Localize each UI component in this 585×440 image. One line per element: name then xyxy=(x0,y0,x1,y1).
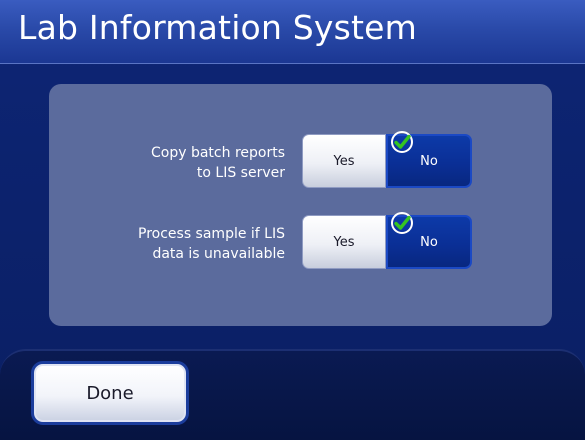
toggle-copy-batch-reports: Yes No xyxy=(302,131,472,188)
setting-row-copy-batch-reports: Copy batch reports to LIS server Yes No xyxy=(49,131,552,190)
screen-background: Lab Information System Copy batch report… xyxy=(0,0,585,440)
checkmark-icon xyxy=(391,131,413,153)
yes-option-button[interactable]: Yes xyxy=(302,215,386,269)
title-bar: Lab Information System xyxy=(0,0,585,64)
setting-label-copy-batch-reports: Copy batch reports to LIS server xyxy=(151,145,285,181)
yes-option-button[interactable]: Yes xyxy=(302,134,386,188)
setting-label-process-sample: Process sample if LIS data is unavailabl… xyxy=(138,226,285,262)
page-title: Lab Information System xyxy=(18,8,418,47)
settings-panel: Copy batch reports to LIS server Yes No … xyxy=(49,84,552,326)
done-button[interactable]: Done xyxy=(31,361,189,425)
setting-row-process-sample: Process sample if LIS data is unavailabl… xyxy=(49,212,552,271)
checkmark-icon xyxy=(391,212,413,234)
toggle-process-sample: Yes No xyxy=(302,212,472,269)
